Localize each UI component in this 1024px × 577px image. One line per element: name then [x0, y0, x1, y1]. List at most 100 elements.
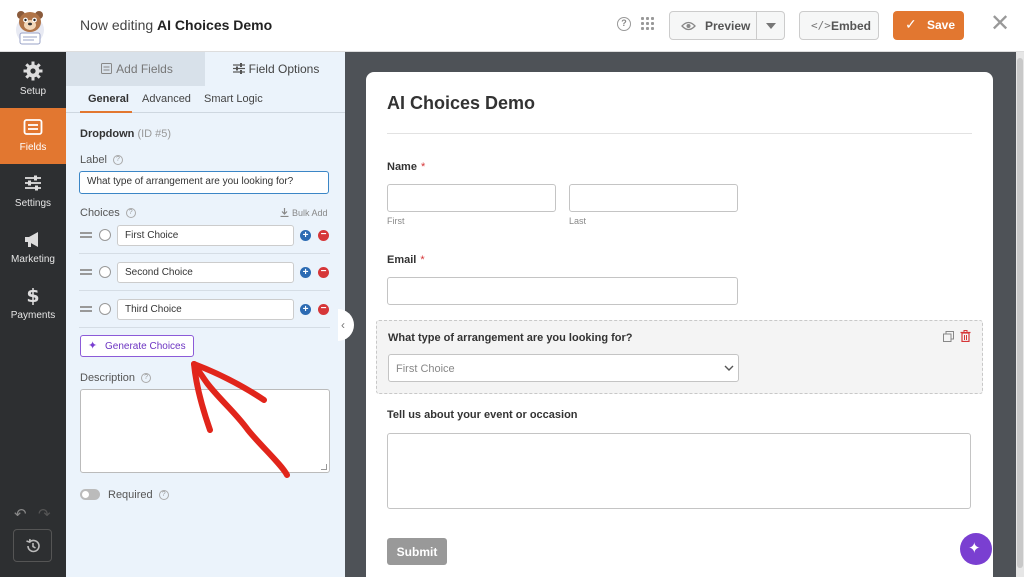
help-icon[interactable]: ? [158, 490, 169, 501]
builder-sidebar: Setup Fields Settings Marketing $ Paymen… [0, 52, 66, 577]
default-choice-radio[interactable] [99, 303, 111, 315]
label-field[interactable]: What type of arrangement are you looking… [79, 171, 329, 194]
ai-assistant-button[interactable]: ✦ [960, 533, 992, 565]
sidebar-item-fields[interactable]: Fields [0, 108, 66, 164]
revisions-button[interactable] [13, 529, 52, 562]
choice-row: Third Choice + − [80, 299, 330, 321]
dropdown-select[interactable]: First Choice [388, 354, 739, 382]
active-subtab-indicator [80, 111, 132, 113]
sidebar-item-label: Marketing [11, 254, 55, 265]
selected-dropdown-field[interactable]: What type of arrangement are you looking… [376, 320, 983, 394]
history-icon [26, 538, 40, 553]
grid-icon[interactable] [641, 17, 655, 31]
event-label: Tell us about your event or occasion [387, 409, 578, 421]
event-textarea[interactable] [387, 433, 971, 509]
subtab-general[interactable]: General [88, 93, 129, 105]
field-id: (ID #5) [137, 128, 172, 140]
choice-row: Second Choice + − [80, 262, 330, 284]
subtab-smart-logic[interactable]: Smart Logic [204, 93, 263, 105]
divider [79, 290, 330, 291]
form-preview-card: AI Choices Demo Name * First Last Email * … [366, 72, 993, 577]
add-choice-icon[interactable]: + [300, 304, 311, 315]
title-prefix: Now editing [80, 17, 154, 33]
submit-button[interactable]: Submit [387, 538, 447, 565]
form-list-icon [101, 63, 112, 74]
choice-input[interactable]: First Choice [117, 225, 294, 246]
embed-button[interactable]: </> Embed [799, 11, 879, 40]
tab-add-fields[interactable]: Add Fields [66, 52, 205, 86]
duplicate-icon[interactable] [943, 331, 954, 342]
remove-choice-icon[interactable]: − [318, 230, 329, 241]
description-heading-text: Description [80, 372, 136, 384]
dropdown-placeholder: First Choice [396, 363, 455, 375]
tab-label: Add Fields [116, 62, 173, 76]
sidebar-item-label: Setup [19, 86, 47, 97]
undo-icon[interactable]: ↶ [14, 505, 27, 523]
email-input[interactable] [387, 277, 738, 305]
choice-input[interactable]: Second Choice [117, 262, 294, 283]
sidebar-item-payments[interactable]: $ Payments [0, 276, 66, 332]
remove-choice-icon[interactable]: − [318, 267, 329, 278]
add-choice-icon[interactable]: + [300, 267, 311, 278]
preview-dropdown-chevron-icon[interactable] [766, 23, 776, 29]
required-label-text: Required [108, 489, 153, 501]
sidebar-item-label: Payments [10, 310, 56, 321]
email-label-text: Email [387, 254, 417, 266]
trash-icon[interactable] [960, 330, 971, 342]
help-icon[interactable]: ? [141, 373, 152, 384]
close-icon[interactable]: ✕ [990, 11, 1010, 37]
description-textarea[interactable] [80, 389, 330, 473]
scrollbar-thumb[interactable] [1017, 58, 1023, 568]
name-label: Name * [387, 161, 425, 173]
top-bar: Now editing AI Choices Demo ? Preview </… [0, 0, 1024, 52]
help-icon[interactable]: ? [125, 208, 136, 219]
choice-input[interactable]: Third Choice [117, 299, 294, 320]
resize-handle-icon[interactable] [321, 464, 327, 470]
preview-divider [756, 12, 757, 39]
save-label: Save [927, 18, 956, 32]
default-choice-radio[interactable] [99, 266, 111, 278]
tab-field-options[interactable]: Field Options [205, 52, 345, 86]
bulk-add-link[interactable]: Bulk Add [280, 208, 328, 218]
default-choice-radio[interactable] [99, 229, 111, 241]
gear-icon [23, 61, 43, 81]
add-choice-icon[interactable]: + [300, 230, 311, 241]
help-icon[interactable]: ? [617, 17, 631, 31]
sidebar-item-label: Settings [14, 198, 52, 209]
drag-handle-icon[interactable] [80, 306, 92, 312]
generate-choices-button[interactable]: ✦ Generate Choices [80, 335, 194, 357]
redo-icon[interactable]: ↷ [38, 505, 51, 523]
sliders-icon [25, 175, 41, 191]
sliders-icon [233, 63, 245, 74]
help-icon[interactable]: ? [112, 155, 123, 166]
save-button[interactable]: ✓ Save [893, 11, 964, 40]
name-label-text: Name [387, 161, 417, 173]
first-name-input[interactable] [387, 184, 556, 212]
download-icon [280, 208, 289, 218]
drag-handle-icon[interactable] [80, 269, 92, 275]
last-name-input[interactable] [569, 184, 738, 212]
dollar-icon: $ [26, 285, 39, 305]
required-toggle[interactable] [80, 489, 100, 500]
sidebar-item-marketing[interactable]: Marketing [0, 220, 66, 276]
generate-choices-label: Generate Choices [105, 341, 186, 352]
divider [387, 133, 972, 134]
field-type-heading: Dropdown (ID #5) [80, 128, 171, 140]
label-heading: Label? [80, 154, 123, 166]
choice-row: First Choice + − [80, 225, 330, 247]
required-mark: * [420, 254, 425, 266]
remove-choice-icon[interactable]: − [318, 304, 329, 315]
eye-icon [681, 21, 696, 31]
embed-label: Embed [831, 19, 872, 33]
svg-text:$: $ [26, 285, 39, 305]
drag-handle-icon[interactable] [80, 232, 92, 238]
field-type: Dropdown [80, 128, 135, 140]
sidebar-item-settings[interactable]: Settings [0, 164, 66, 220]
last-sublabel: Last [569, 216, 587, 226]
choices-heading-text: Choices [80, 207, 120, 219]
sidebar-item-setup[interactable]: Setup [0, 52, 66, 108]
preview-button[interactable]: Preview [669, 11, 785, 40]
checkmark-icon: ✓ [905, 16, 917, 32]
subtab-advanced[interactable]: Advanced [142, 93, 191, 105]
form-name: AI Choices Demo [157, 17, 273, 33]
